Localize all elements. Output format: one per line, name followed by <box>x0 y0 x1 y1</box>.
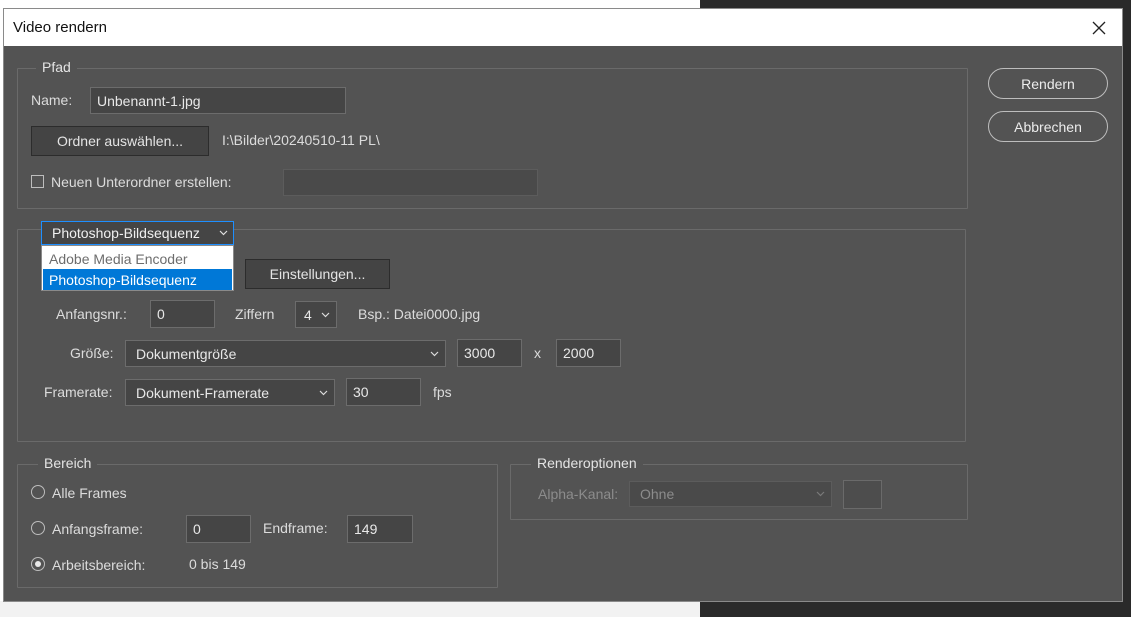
height-value: 2000 <box>563 345 595 361</box>
framerate-select[interactable]: Dokument-Framerate <box>125 379 335 406</box>
fps-label: fps <box>433 384 452 400</box>
background-window-dark-bottom <box>700 601 1131 617</box>
range-group-legend: Bereich <box>38 455 98 471</box>
folder-path: I:\Bilder\20240510-11 PL\ <box>222 132 380 148</box>
framerate-label: Framerate: <box>44 384 113 400</box>
render-options-legend: Renderoptionen <box>531 455 643 471</box>
close-button[interactable] <box>1076 9 1122 46</box>
start-number-input[interactable]: 0 <box>150 300 215 328</box>
start-frame-input[interactable]: 0 <box>186 515 251 543</box>
start-frame-radio[interactable] <box>31 521 45 535</box>
chevron-down-icon <box>430 351 439 356</box>
select-folder-button[interactable]: Ordner auswählen... <box>31 126 209 156</box>
background-window-light <box>0 601 700 617</box>
filename-example: Bsp.: Datei0000.jpg <box>358 306 481 322</box>
end-frame-input[interactable]: 149 <box>347 515 413 543</box>
fps-value: 30 <box>353 384 369 400</box>
subfolder-checkbox[interactable] <box>31 175 44 188</box>
digits-select[interactable]: 4 <box>295 301 337 328</box>
window-title: Video rendern <box>13 19 107 36</box>
start-frame-label: Anfangsframe: <box>52 521 144 537</box>
size-label: Größe: <box>70 345 114 361</box>
format-option-image-sequence[interactable]: Photoshop-Bildsequenz <box>43 269 232 290</box>
format-select-value: Photoshop-Bildsequenz <box>52 225 200 241</box>
dimension-separator: x <box>534 345 541 361</box>
subfolder-input[interactable] <box>283 169 538 196</box>
digits-label: Ziffern <box>235 306 275 322</box>
end-frame-label: Endframe: <box>263 520 328 536</box>
chevron-down-icon <box>219 230 228 236</box>
all-frames-radio[interactable] <box>31 485 45 499</box>
format-select[interactable]: Photoshop-Bildsequenz <box>41 221 234 245</box>
start-number-label: Anfangsnr.: <box>56 306 127 322</box>
format-option-media-encoder[interactable]: Adobe Media Encoder <box>43 248 232 269</box>
start-frame-value: 0 <box>193 521 201 537</box>
video-render-dialog: Video rendern Rendern Abbrechen Pfad Nam… <box>4 9 1122 601</box>
alpha-channel-label: Alpha-Kanal: <box>538 486 619 502</box>
chevron-down-icon <box>319 390 328 395</box>
cancel-button[interactable]: Abbrechen <box>988 111 1108 142</box>
width-input[interactable]: 3000 <box>457 339 522 367</box>
framerate-select-value: Dokument-Framerate <box>136 384 270 401</box>
name-input[interactable]: Unbenannt-1.jpg <box>90 87 346 114</box>
settings-button[interactable]: Einstellungen... <box>245 259 390 289</box>
format-dropdown-list: Adobe Media Encoder Photoshop-Bildsequen… <box>41 245 234 291</box>
size-select[interactable]: Dokumentgröße <box>125 340 446 367</box>
end-frame-value: 149 <box>354 521 378 537</box>
width-value: 3000 <box>464 345 496 361</box>
work-area-label: Arbeitsbereich: <box>52 557 146 573</box>
start-number-value: 0 <box>157 306 165 322</box>
matte-color-swatch[interactable] <box>843 480 882 509</box>
alpha-channel-value: Ohne <box>640 486 675 502</box>
title-bar: Video rendern <box>4 9 1122 46</box>
work-area-value: 0 bis 149 <box>189 556 246 572</box>
path-group-legend: Pfad <box>36 59 77 75</box>
chevron-down-icon <box>321 312 330 317</box>
digits-select-value: 4 <box>304 306 312 323</box>
render-button[interactable]: Rendern <box>988 68 1108 99</box>
fps-input[interactable]: 30 <box>346 378 421 406</box>
height-input[interactable]: 2000 <box>556 339 621 367</box>
name-label: Name: <box>31 92 73 108</box>
size-select-value: Dokumentgröße <box>136 345 237 362</box>
subfolder-label: Neuen Unterordner erstellen: <box>51 174 232 190</box>
close-icon <box>1092 21 1106 34</box>
name-input-value: Unbenannt-1.jpg <box>97 92 201 109</box>
alpha-channel-select[interactable]: Ohne <box>629 481 832 507</box>
work-area-radio[interactable] <box>31 557 45 571</box>
chevron-down-icon <box>816 491 825 497</box>
all-frames-label: Alle Frames <box>52 485 127 501</box>
